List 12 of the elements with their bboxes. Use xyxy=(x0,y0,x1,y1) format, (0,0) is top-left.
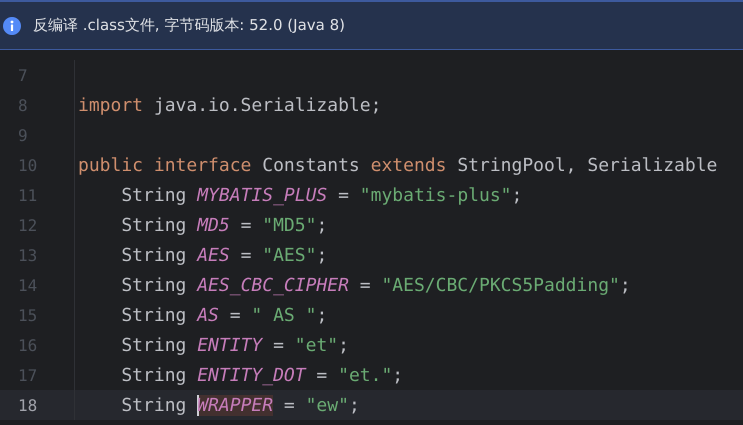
code-line: String ENTITY = "et"; xyxy=(120,334,349,356)
code-line: String ENTITY_DOT = "et."; xyxy=(120,364,404,386)
code-line: String AES_CBC_CIPHER = "AES/CBC/PKCS5Padding"; xyxy=(120,274,631,296)
code-line: String MYBATIS_PLUS = "mybatis-plus"; xyxy=(120,184,522,206)
line-number: 18 xyxy=(18,396,38,414)
code-line: String MD5 = "MD5"; xyxy=(120,214,328,236)
code-line: String AS = " AS "; xyxy=(120,304,328,326)
banner-message: 反编译 .class文件, 字节码版本: 52.0 (Java 8) xyxy=(33,16,345,35)
code-line: import java.io.Serializable; xyxy=(78,94,382,116)
info-icon xyxy=(3,16,21,34)
code-line: public interface Constants extends StringPool, Serializable xyxy=(78,154,718,176)
code-line: String AES = "AES"; xyxy=(120,244,328,266)
